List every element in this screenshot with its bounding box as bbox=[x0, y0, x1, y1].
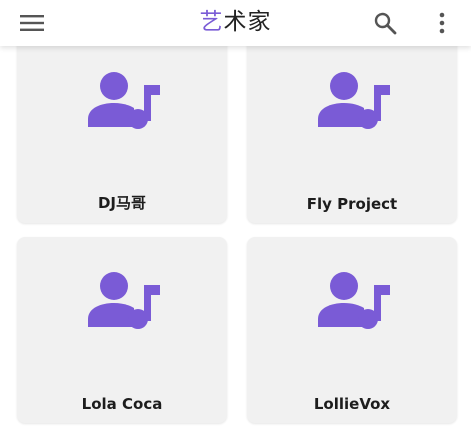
hamburger-menu-icon bbox=[20, 15, 44, 31]
artist-card[interactable]: DJ马哥 bbox=[17, 37, 227, 223]
artist-name: Fly Project bbox=[306, 195, 398, 213]
artist-music-note-icon bbox=[88, 272, 160, 329]
artist-music-note-icon bbox=[318, 272, 390, 329]
artist-name: LollieVox bbox=[313, 395, 391, 413]
page-title-accent: 艺 bbox=[199, 9, 224, 35]
artist-artwork bbox=[17, 71, 227, 131]
search-icon bbox=[374, 12, 397, 35]
menu-button[interactable] bbox=[12, 0, 52, 46]
artist-artwork bbox=[247, 71, 457, 131]
page-title-rest: 术家 bbox=[223, 9, 272, 35]
artist-grid: DJ马哥 Fly Project Lola Coca LollieVox bbox=[0, 0, 471, 444]
artist-artwork bbox=[17, 271, 227, 331]
search-button[interactable] bbox=[365, 0, 405, 46]
artist-card[interactable]: Lola Coca bbox=[17, 237, 227, 423]
more-options-button[interactable] bbox=[424, 0, 460, 46]
artist-name: Lola Coca bbox=[81, 395, 163, 413]
artist-card[interactable]: LollieVox bbox=[247, 237, 457, 423]
artist-artwork bbox=[247, 271, 457, 331]
artist-name: DJ马哥 bbox=[97, 194, 147, 212]
artist-music-note-icon bbox=[88, 72, 160, 129]
more-vert-icon bbox=[439, 12, 445, 34]
artist-card[interactable]: Fly Project bbox=[247, 37, 457, 223]
artist-music-note-icon bbox=[318, 72, 390, 129]
top-app-bar: 艺术家 bbox=[0, 0, 471, 46]
